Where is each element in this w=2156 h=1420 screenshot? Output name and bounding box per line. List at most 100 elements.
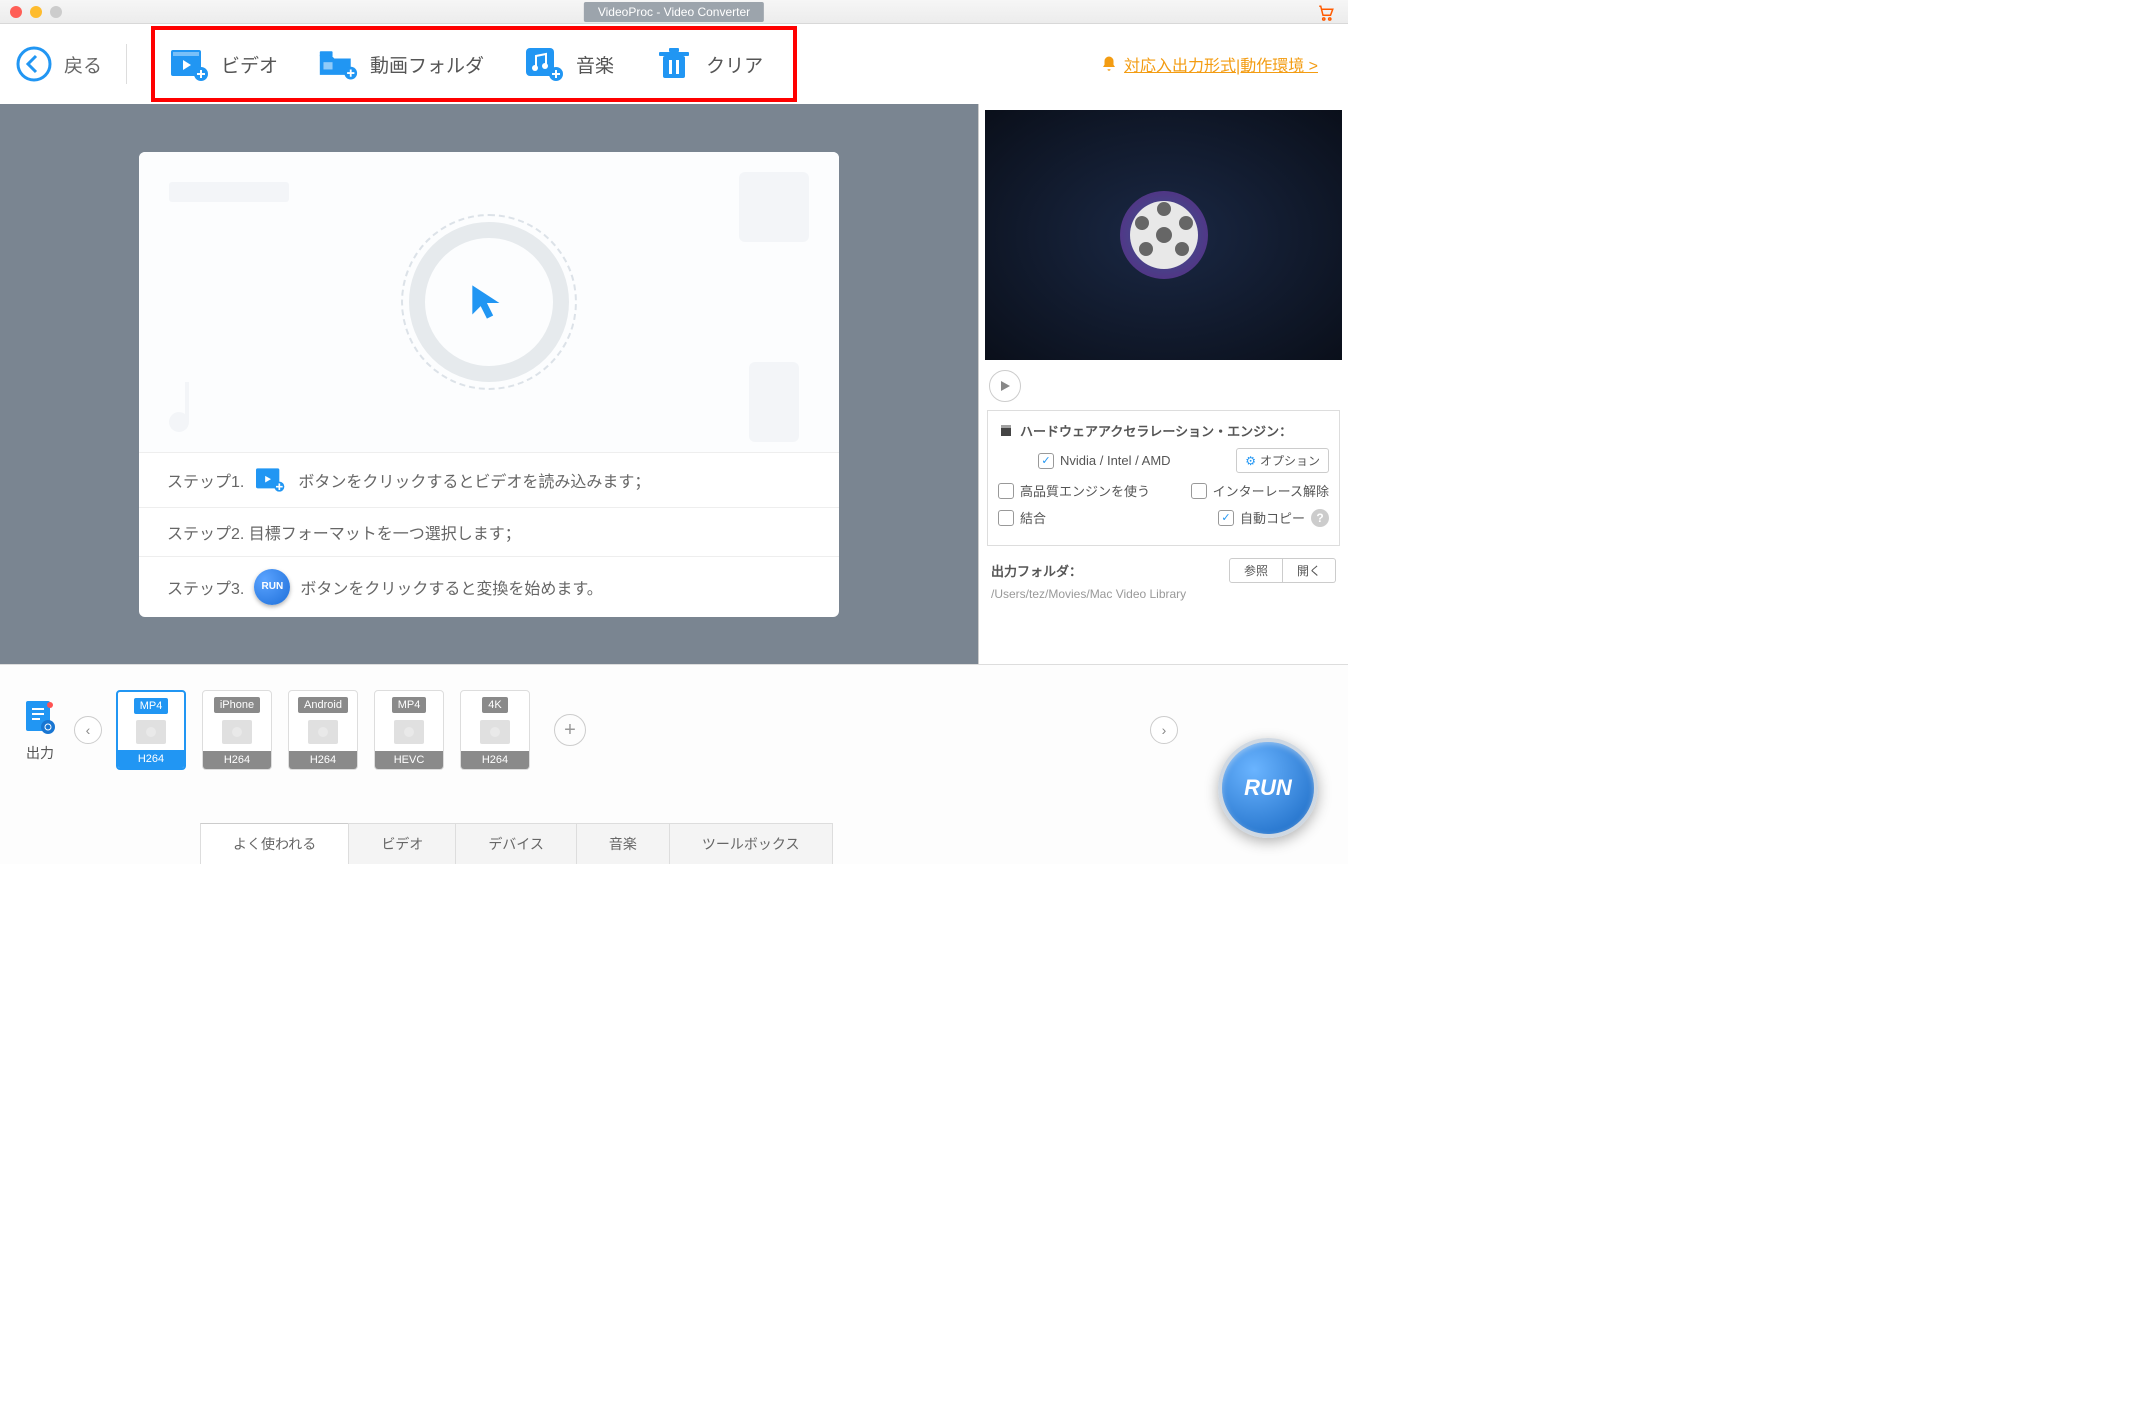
add-preset-button[interactable]: + bbox=[554, 714, 586, 746]
open-button[interactable]: 開く bbox=[1283, 558, 1336, 583]
film-icon bbox=[222, 713, 252, 751]
step1-prefix: ステップ1. bbox=[167, 468, 244, 492]
preset-mp4-hevc[interactable]: MP4 HEVC bbox=[374, 690, 444, 770]
output-folder-section: 出力フォルダ： 参照 開く /Users/tez/Movies/Mac Vide… bbox=[979, 550, 1348, 609]
music-plus-icon bbox=[524, 44, 564, 84]
preview-area bbox=[985, 110, 1342, 360]
steps-list: ステップ1. ボタンをクリックするとビデオを読み込みます； ステップ2. 目標フ… bbox=[139, 452, 839, 617]
zoom-window-icon bbox=[50, 6, 62, 18]
merge-checkbox[interactable] bbox=[998, 510, 1014, 526]
drop-circle bbox=[409, 222, 569, 382]
preview-controls bbox=[979, 366, 1348, 406]
app-logo-icon bbox=[1114, 185, 1214, 285]
output-folder-label: 出力フォルダ： bbox=[991, 561, 1082, 580]
film-icon bbox=[480, 713, 510, 751]
preset-codec: H264 bbox=[289, 751, 357, 769]
highlighted-toolbar-group: ビデオ 動画フォルダ 音楽 クリア bbox=[151, 26, 797, 102]
drop-card: ステップ1. ボタンをクリックするとビデオを読み込みます； ステップ2. 目標フ… bbox=[139, 152, 839, 617]
drop-target[interactable] bbox=[139, 152, 839, 452]
add-music-button[interactable]: 音楽 bbox=[524, 44, 614, 84]
bottom-panel: 出力 ‹ MP4H264iPhoneH264AndroidH264MP4HEVC… bbox=[0, 664, 1348, 864]
options-button[interactable]: ⚙ オプション bbox=[1236, 448, 1329, 473]
video-plus-icon bbox=[169, 44, 209, 84]
avi-watermark-icon bbox=[739, 172, 809, 242]
bell-icon bbox=[1100, 55, 1118, 73]
preset-next-button[interactable]: › bbox=[1150, 716, 1178, 744]
tab-1[interactable]: ビデオ bbox=[348, 823, 456, 864]
hq-engine-checkbox[interactable] bbox=[998, 483, 1014, 499]
preset-codec: H264 bbox=[203, 751, 271, 769]
notification-link[interactable]: 対応入出力形式|動作環境 > bbox=[1100, 52, 1318, 76]
step1-text: ボタンをクリックするとビデオを読み込みます； bbox=[298, 468, 650, 492]
run-label: RUN bbox=[1244, 775, 1292, 801]
window-controls bbox=[0, 6, 62, 18]
step-2: ステップ2. 目標フォーマットを一つ選択します； bbox=[139, 507, 839, 556]
add-folder-label: 動画フォルダ bbox=[370, 51, 484, 78]
options-box: ハードウェアアクセラレーション・エンジン： ✓ Nvidia / Intel /… bbox=[987, 410, 1340, 546]
category-tabs: よく使われるビデオデバイス音楽ツールボックス bbox=[200, 823, 832, 864]
autocopy-label: 自動コピー bbox=[1240, 508, 1305, 527]
tab-2[interactable]: デバイス bbox=[455, 823, 577, 864]
preset-4k-h264[interactable]: 4KH264 bbox=[460, 690, 530, 770]
tab-3[interactable]: 音楽 bbox=[576, 823, 670, 864]
merge-label: 結合 bbox=[1020, 508, 1046, 527]
output-path: /Users/tez/Movies/Mac Video Library bbox=[991, 587, 1336, 601]
preset-format: MP4 bbox=[392, 697, 427, 713]
run-button[interactable]: RUN bbox=[1218, 738, 1318, 838]
preset-row: 出力 ‹ MP4H264iPhoneH264AndroidH264MP4HEVC… bbox=[0, 665, 1348, 795]
step2-text: ステップ2. 目標フォーマットを一つ選択します； bbox=[167, 520, 521, 544]
preset-format: MP4 bbox=[134, 698, 169, 714]
output-settings-button[interactable]: 出力 bbox=[20, 697, 60, 763]
run-mini-icon: RUN bbox=[254, 569, 290, 605]
film-icon bbox=[394, 713, 424, 751]
preset-list: MP4H264iPhoneH264AndroidH264MP4HEVC4KH26… bbox=[116, 690, 530, 770]
preset-android-h264[interactable]: Android H264 bbox=[288, 690, 358, 770]
preset-codec: H264 bbox=[118, 750, 184, 768]
browse-button[interactable]: 参照 bbox=[1229, 558, 1283, 583]
gear-icon: ⚙ bbox=[1245, 454, 1256, 468]
back-button[interactable]: 戻る bbox=[16, 46, 102, 82]
music-watermark-icon bbox=[159, 372, 209, 442]
document-gear-icon bbox=[20, 697, 60, 737]
film-icon bbox=[136, 714, 166, 750]
play-button[interactable] bbox=[989, 370, 1021, 402]
add-video-button[interactable]: ビデオ bbox=[169, 44, 278, 84]
minimize-window-icon[interactable] bbox=[30, 6, 42, 18]
preset-prev-button[interactable]: ‹ bbox=[74, 716, 102, 744]
tab-0[interactable]: よく使われる bbox=[200, 823, 349, 864]
help-icon[interactable]: ? bbox=[1311, 509, 1329, 527]
clear-button[interactable]: クリア bbox=[654, 44, 763, 84]
preset-mp4-h264[interactable]: MP4 H264 bbox=[116, 690, 186, 770]
preset-iphone-h264[interactable]: iPhoneH264 bbox=[202, 690, 272, 770]
output-label: 出力 bbox=[26, 743, 54, 763]
folder-plus-icon bbox=[318, 44, 358, 84]
play-icon bbox=[999, 380, 1011, 392]
add-music-label: 音楽 bbox=[576, 51, 614, 78]
preset-codec: HEVC bbox=[375, 751, 443, 769]
chip-icon bbox=[998, 423, 1014, 439]
window-title: VideoProc - Video Converter bbox=[584, 2, 764, 22]
video-plus-icon bbox=[254, 465, 288, 495]
tab-4[interactable]: ツールボックス bbox=[669, 823, 833, 864]
cursor-arrow-icon bbox=[464, 277, 514, 327]
main-area: ステップ1. ボタンをクリックするとビデオを読み込みます； ステップ2. 目標フ… bbox=[0, 104, 1348, 664]
hq-engine-label: 高品質エンジンを使う bbox=[1020, 481, 1150, 500]
close-window-icon[interactable] bbox=[10, 6, 22, 18]
step-1: ステップ1. ボタンをクリックするとビデオを読み込みます； bbox=[139, 453, 839, 507]
clear-label: クリア bbox=[706, 51, 763, 78]
hw-vendors-checkbox[interactable]: ✓ bbox=[1038, 453, 1054, 469]
toolbar: 戻る ビデオ 動画フォルダ 音楽 クリア bbox=[0, 24, 1348, 104]
right-panel: ハードウェアアクセラレーション・エンジン： ✓ Nvidia / Intel /… bbox=[978, 104, 1348, 664]
divider bbox=[126, 44, 127, 84]
film-icon bbox=[308, 713, 338, 751]
trash-icon bbox=[654, 44, 694, 84]
drop-zone-container: ステップ1. ボタンをクリックするとビデオを読み込みます； ステップ2. 目標フ… bbox=[0, 104, 978, 664]
deinterlace-checkbox[interactable] bbox=[1191, 483, 1207, 499]
add-folder-button[interactable]: 動画フォルダ bbox=[318, 44, 484, 84]
hw-accel-title: ハードウェアアクセラレーション・エンジン： bbox=[998, 421, 1329, 440]
autocopy-checkbox[interactable]: ✓ bbox=[1218, 510, 1234, 526]
ipod-watermark-icon bbox=[749, 362, 799, 442]
titlebar: VideoProc - Video Converter bbox=[0, 0, 1348, 24]
step-3: ステップ3. RUN ボタンをクリックすると変換を始めます。 bbox=[139, 556, 839, 617]
preset-format: Android bbox=[298, 697, 348, 713]
